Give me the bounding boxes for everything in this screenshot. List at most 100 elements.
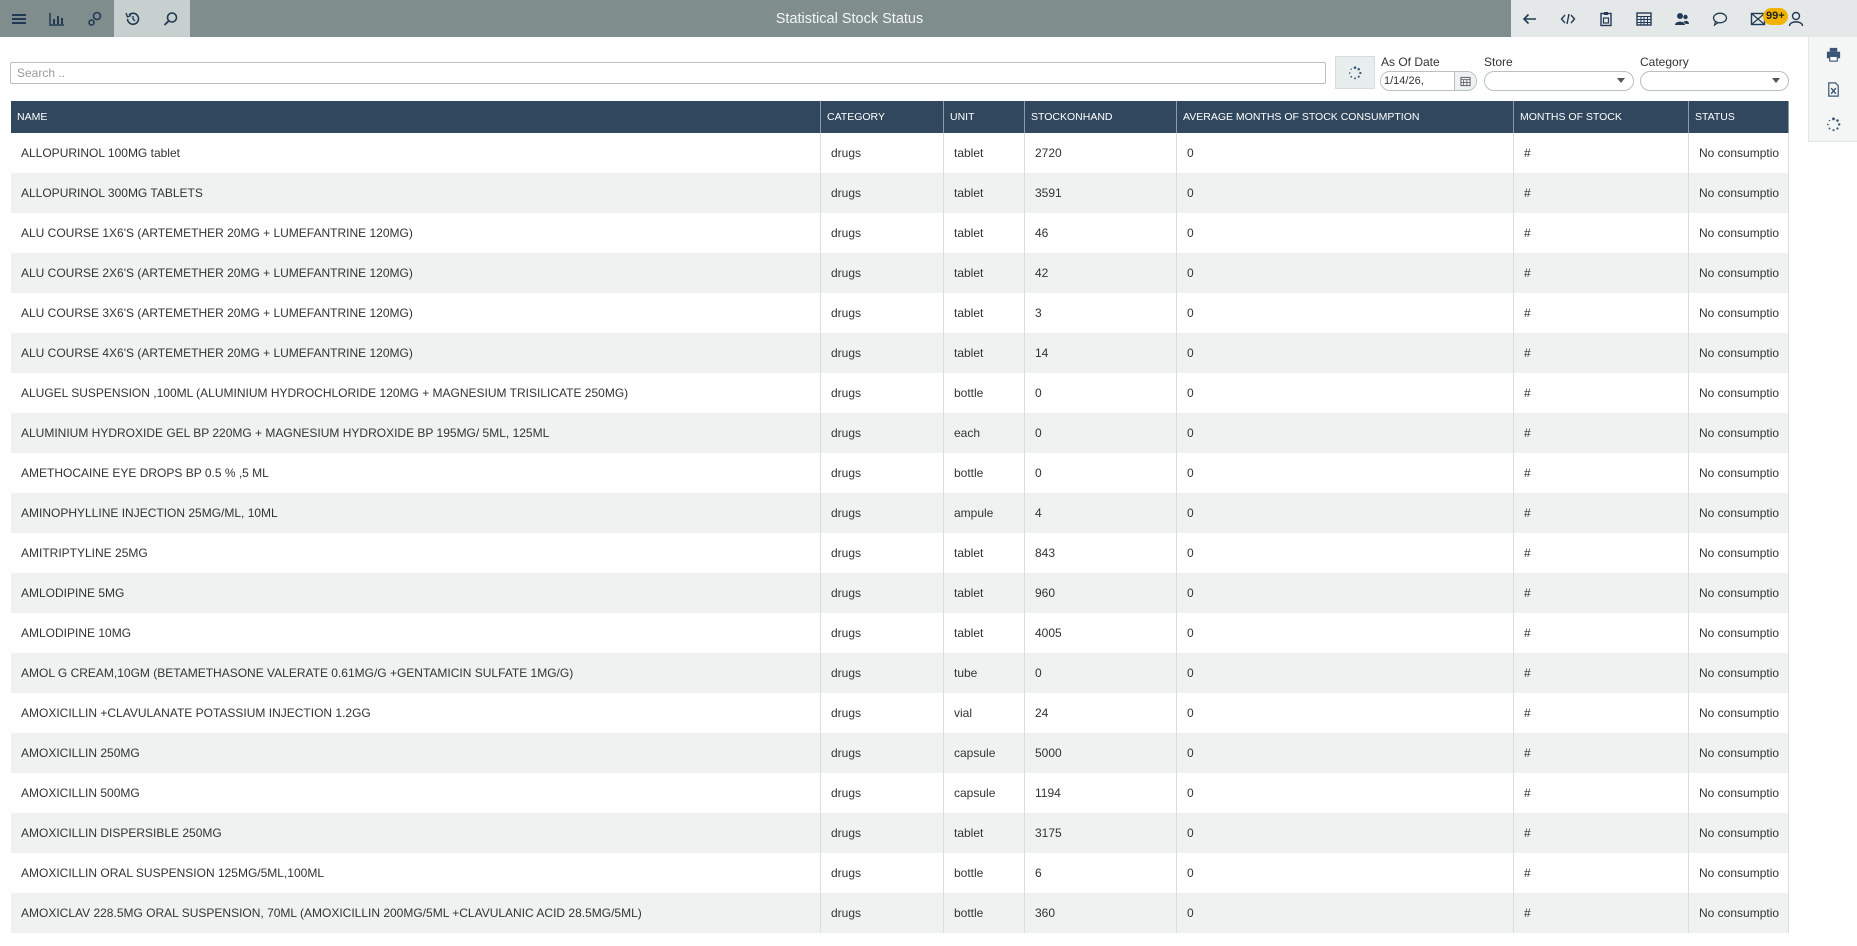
- table-row[interactable]: AMINOPHYLLINE INJECTION 25MG/ML, 10ML dru…: [11, 493, 1789, 533]
- category-select[interactable]: [1640, 71, 1789, 91]
- cell-status: No consumptio: [1689, 413, 1789, 453]
- settings-button[interactable]: [76, 0, 114, 37]
- cell-name: AMOXICLAV 228.5MG ORAL SUSPENSION, 70ML …: [11, 893, 821, 933]
- cell-name: AMOXICILLIN 250MG: [11, 733, 821, 773]
- table-row[interactable]: AMLODIPINE 10MG drugs tablet 4005 0 # No consu…: [11, 613, 1789, 653]
- cell-stockonhand: 24: [1025, 693, 1177, 733]
- cell-status: No consumptio: [1689, 573, 1789, 613]
- cell-unit: tablet: [944, 573, 1025, 613]
- cell-avg-months-consumption: 0: [1177, 693, 1514, 733]
- loading-icon: [1348, 65, 1362, 79]
- table-row[interactable]: AMOXICILLIN +CLAVULANATE POTASSIUM INJEC…: [11, 693, 1789, 733]
- excel-icon: [1827, 82, 1839, 97]
- table-row[interactable]: ALLOPURINOL 300MG TABLETS drugs tablet 3591…: [11, 173, 1789, 213]
- cell-name: ALU COURSE 3X6'S (ARTEMETHER 20MG + LUME…: [11, 293, 821, 333]
- as-of-date-input[interactable]: [1381, 72, 1455, 90]
- as-of-date-picker: [1380, 71, 1477, 91]
- column-header-name[interactable]: NAME: [11, 101, 821, 133]
- cell-category: drugs: [821, 853, 944, 893]
- table-row[interactable]: AMOXICLAV 228.5MG ORAL SUSPENSION, 70ML …: [11, 893, 1789, 933]
- cell-name: ALU COURSE 2X6'S (ARTEMETHER 20MG + LUME…: [11, 253, 821, 293]
- table-row[interactable]: ALUGEL SUSPENSION ,100ML (ALUMINIUM HYDR…: [11, 373, 1789, 413]
- cell-category: drugs: [821, 693, 944, 733]
- code-button[interactable]: [1549, 0, 1587, 37]
- cell-name: AMOXICILLIN ORAL SUSPENSION 125MG/5ML,10…: [11, 853, 821, 893]
- column-header-unit[interactable]: UNIT: [944, 101, 1025, 133]
- table-row[interactable]: ALUMINIUM HYDROXIDE GEL BP 220MG + MAGNE…: [11, 413, 1789, 453]
- cell-name: AMETHOCAINE EYE DROPS BP 0.5 % ,5 ML: [11, 453, 821, 493]
- reload-button[interactable]: [1809, 107, 1857, 142]
- cell-months-of-stock: #: [1514, 213, 1689, 253]
- cell-months-of-stock: #: [1514, 413, 1689, 453]
- chat-icon: [1712, 12, 1728, 26]
- back-button[interactable]: [1511, 0, 1549, 37]
- cell-status: No consumptio: [1689, 853, 1789, 893]
- column-header-avg-months-consumption[interactable]: AVERAGE MONTHS OF STOCK CONSUMPTION: [1177, 101, 1514, 133]
- cell-stockonhand: 0: [1025, 373, 1177, 413]
- cell-status: No consumptio: [1689, 133, 1789, 173]
- cell-category: drugs: [821, 253, 944, 293]
- cell-status: No consumptio: [1689, 613, 1789, 653]
- cell-status: No consumptio: [1689, 813, 1789, 853]
- code-icon: [1560, 13, 1576, 24]
- table-row[interactable]: ALLOPURINOL 100MG tablet drugs tablet 2720 0…: [11, 133, 1789, 173]
- column-header-category[interactable]: CATEGORY: [821, 101, 944, 133]
- table-row[interactable]: AMOL G CREAM,10GM (BETAMETHASONE VALERAT…: [11, 653, 1789, 693]
- column-header-months-of-stock[interactable]: MONTHS OF STOCK: [1514, 101, 1689, 133]
- clipboard-button[interactable]: [1587, 0, 1625, 37]
- table-row[interactable]: ALU COURSE 3X6'S (ARTEMETHER 20MG + LUME…: [11, 293, 1789, 333]
- table-row[interactable]: AMOXICILLIN ORAL SUSPENSION 125MG/5ML,10…: [11, 853, 1789, 893]
- cell-name: AMOXICILLIN DISPERSIBLE 250MG: [11, 813, 821, 853]
- chart-icon: [49, 12, 64, 26]
- calendar-button[interactable]: [1455, 72, 1476, 90]
- cell-stockonhand: 5000: [1025, 733, 1177, 773]
- cell-months-of-stock: #: [1514, 533, 1689, 573]
- table-row[interactable]: ALU COURSE 2X6'S (ARTEMETHER 20MG + LUME…: [11, 253, 1789, 293]
- table-row[interactable]: AMOXICILLIN 500MG drugs capsule 1194 0 # No co…: [11, 773, 1789, 813]
- table-row[interactable]: AMETHOCAINE EYE DROPS BP 0.5 % ,5 ML drug…: [11, 453, 1789, 493]
- cell-category: drugs: [821, 133, 944, 173]
- table-row[interactable]: AMITRIPTYLINE 25MG drugs tablet 843 0 # No con…: [11, 533, 1789, 573]
- users-button[interactable]: [1663, 0, 1701, 37]
- cell-months-of-stock: #: [1514, 653, 1689, 693]
- table-row[interactable]: ALU COURSE 4X6'S (ARTEMETHER 20MG + LUME…: [11, 333, 1789, 373]
- as-of-date-label: As Of Date: [1381, 55, 1440, 69]
- history-button[interactable]: [114, 0, 152, 37]
- cell-category: drugs: [821, 373, 944, 413]
- cell-stockonhand: 14: [1025, 333, 1177, 373]
- cell-months-of-stock: #: [1514, 373, 1689, 413]
- menu-button[interactable]: [0, 0, 38, 37]
- print-button[interactable]: [1809, 37, 1857, 72]
- table-row[interactable]: ALU COURSE 1X6'S (ARTEMETHER 20MG + LUME…: [11, 213, 1789, 253]
- cell-stockonhand: 0: [1025, 653, 1177, 693]
- cell-months-of-stock: #: [1514, 293, 1689, 333]
- cell-stockonhand: 46: [1025, 213, 1177, 253]
- cell-stockonhand: 6: [1025, 853, 1177, 893]
- search-icon: [163, 11, 178, 26]
- mail-button[interactable]: 99+: [1739, 0, 1788, 37]
- search-input[interactable]: [10, 62, 1326, 84]
- cell-unit: tablet: [944, 213, 1025, 253]
- refresh-button[interactable]: [1335, 56, 1375, 89]
- cell-unit: bottle: [944, 453, 1025, 493]
- cell-status: No consumptio: [1689, 893, 1789, 933]
- cell-months-of-stock: #: [1514, 333, 1689, 373]
- chevron-down-icon: [1772, 78, 1780, 83]
- store-select[interactable]: [1484, 71, 1634, 91]
- chart-button[interactable]: [38, 0, 76, 37]
- cell-stockonhand: 4: [1025, 493, 1177, 533]
- cell-avg-months-consumption: 0: [1177, 613, 1514, 653]
- column-header-status[interactable]: STATUS: [1689, 101, 1789, 133]
- cell-status: No consumptio: [1689, 373, 1789, 413]
- export-excel-button[interactable]: [1809, 72, 1857, 107]
- calculator-button[interactable]: [1625, 0, 1663, 37]
- table-row[interactable]: AMOXICILLIN 250MG drugs capsule 5000 0 # No co…: [11, 733, 1789, 773]
- cell-status: No consumptio: [1689, 733, 1789, 773]
- table-row[interactable]: AMOXICILLIN DISPERSIBLE 250MG drugs tablet…: [11, 813, 1789, 853]
- search-button[interactable]: [152, 0, 190, 37]
- table-row[interactable]: AMLODIPINE 5MG drugs tablet 960 0 # No consump…: [11, 573, 1789, 613]
- chat-button[interactable]: [1701, 0, 1739, 37]
- top-bar: Statistical Stock Status 99+: [0, 0, 1857, 37]
- column-header-stockonhand[interactable]: STOCKONHAND: [1025, 101, 1177, 133]
- cell-name: AMINOPHYLLINE INJECTION 25MG/ML, 10ML: [11, 493, 821, 533]
